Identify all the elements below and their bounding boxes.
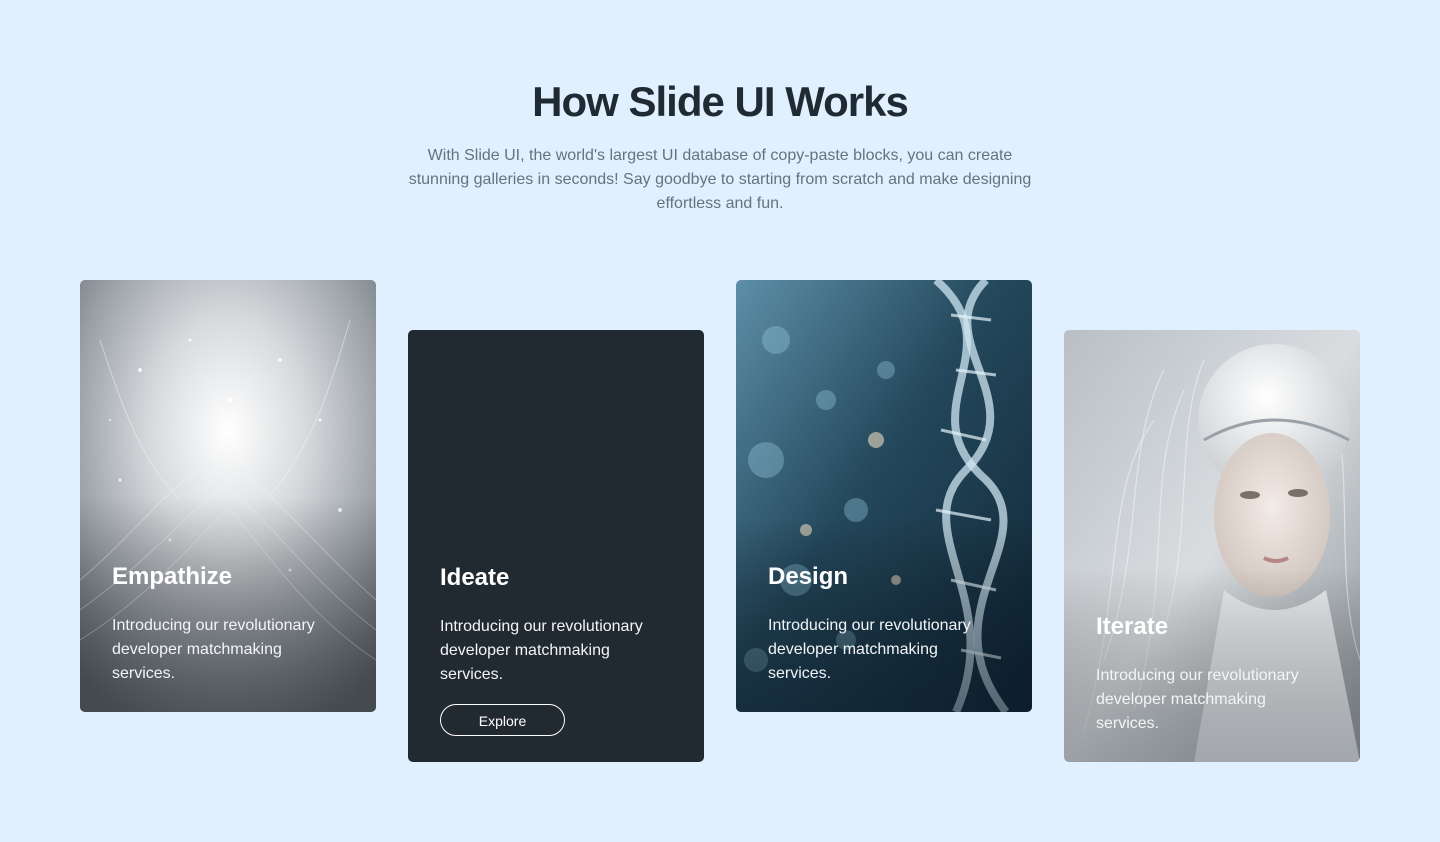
section-title: How Slide UI Works [532, 78, 909, 125]
card-content: Empathize Introducing our revolutionary … [112, 562, 344, 686]
card-content: Design Introducing our revolutionary dev… [768, 562, 1000, 686]
card-text: Introducing our revolutionary developer … [1096, 667, 1299, 732]
card-title: Iterate [1096, 613, 1169, 640]
card-content: Ideate Introducing our revolutionary dev… [440, 563, 672, 736]
card-title: Ideate [440, 564, 510, 591]
card-text: Introducing our revolutionary developer … [112, 617, 315, 682]
card-content: Iterate Introducing our revolutionary de… [1096, 612, 1328, 736]
card-ideate[interactable]: Ideate Introducing our revolutionary dev… [408, 330, 704, 762]
card-empathize[interactable]: Empathize Introducing our revolutionary … [80, 280, 376, 712]
explore-button[interactable]: Explore [440, 704, 565, 736]
how-it-works-section: How Slide UI Works With Slide UI, the wo… [0, 0, 1440, 842]
card-design[interactable]: Design Introducing our revolutionary dev… [736, 280, 1032, 712]
card-text: Introducing our revolutionary developer … [768, 617, 971, 682]
section-subtitle: With Slide UI, the world's largest UI da… [408, 147, 1032, 212]
card-title: Design [768, 563, 849, 590]
card-iterate[interactable]: Iterate Introducing our revolutionary de… [1064, 330, 1360, 762]
card-text: Introducing our revolutionary developer … [440, 618, 643, 683]
card-title: Empathize [112, 563, 233, 590]
